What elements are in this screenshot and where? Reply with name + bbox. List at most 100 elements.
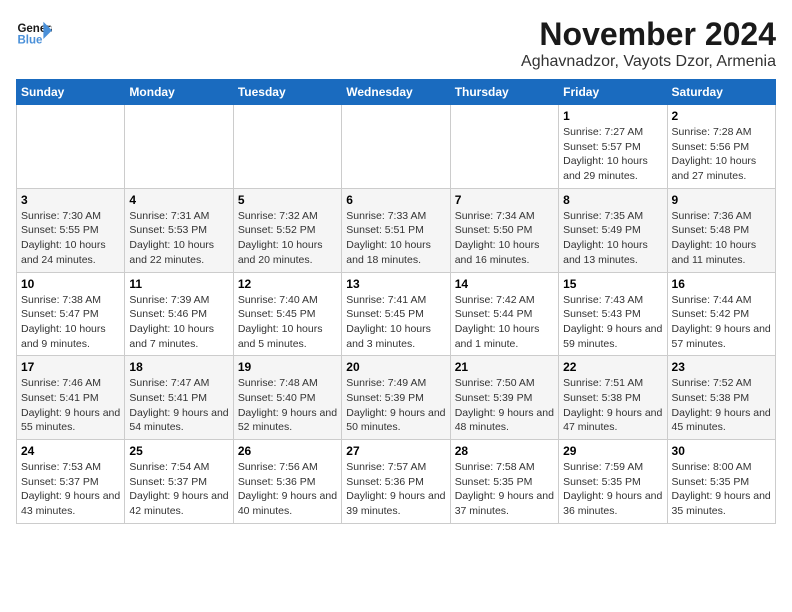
calendar-day-cell: 12 Sunrise: 7:40 AM Sunset: 5:45 PM Dayli…	[233, 272, 341, 356]
calendar-day-cell	[17, 105, 125, 189]
day-info: Sunrise: 7:31 AM Sunset: 5:53 PM Dayligh…	[129, 209, 228, 268]
day-number: 29	[563, 444, 662, 458]
day-number: 23	[672, 360, 771, 374]
calendar-week-row: 17Sunrise: 7:46 AM Sunset: 5:41 PM Dayli…	[17, 356, 776, 440]
location-title: Aghavnadzor, Vayots Dzor, Armenia	[521, 53, 776, 71]
day-number: 9	[672, 193, 771, 207]
calendar-day-cell: 27 Sunrise: 7:57 AM Sunset: 5:36 PM Dayli…	[342, 440, 450, 524]
day-number: 18	[129, 360, 228, 374]
calendar-day-cell: 25 Sunrise: 7:54 AM Sunset: 5:37 PM Dayli…	[125, 440, 233, 524]
calendar-day-cell: 17Sunrise: 7:46 AM Sunset: 5:41 PM Dayli…	[17, 356, 125, 440]
calendar-day-cell	[233, 105, 341, 189]
weekday-header-cell: Friday	[559, 80, 667, 105]
day-info: Sunrise: 7:35 AM Sunset: 5:49 PM Dayligh…	[563, 209, 662, 268]
logo: General Blue	[16, 16, 52, 52]
day-number: 22	[563, 360, 662, 374]
title-area: November 2024 Aghavnadzor, Vayots Dzor, …	[521, 16, 776, 71]
calendar-day-cell: 24 Sunrise: 7:53 AM Sunset: 5:37 PM Dayli…	[17, 440, 125, 524]
day-number: 5	[238, 193, 337, 207]
calendar-day-cell: 14 Sunrise: 7:42 AM Sunset: 5:44 PM Dayli…	[450, 272, 558, 356]
day-number: 30	[672, 444, 771, 458]
calendar-day-cell: 11Sunrise: 7:39 AM Sunset: 5:46 PM Dayli…	[125, 272, 233, 356]
svg-text:Blue: Blue	[17, 34, 43, 46]
weekday-header-cell: Monday	[125, 80, 233, 105]
day-info: Sunrise: 7:28 AM Sunset: 5:56 PM Dayligh…	[672, 125, 771, 184]
day-number: 28	[455, 444, 554, 458]
day-info: Sunrise: 7:40 AM Sunset: 5:45 PM Dayligh…	[238, 293, 337, 352]
calendar-day-cell: 23 Sunrise: 7:52 AM Sunset: 5:38 PM Dayli…	[667, 356, 775, 440]
day-number: 16	[672, 277, 771, 291]
weekday-header-cell: Thursday	[450, 80, 558, 105]
day-info: Sunrise: 7:43 AM Sunset: 5:43 PM Dayligh…	[563, 293, 662, 352]
calendar-day-cell: 22 Sunrise: 7:51 AM Sunset: 5:38 PM Dayli…	[559, 356, 667, 440]
day-number: 11	[129, 277, 228, 291]
day-info: Sunrise: 7:48 AM Sunset: 5:40 PM Dayligh…	[238, 376, 337, 435]
calendar-week-row: 10 Sunrise: 7:38 AM Sunset: 5:47 PM Dayli…	[17, 272, 776, 356]
day-number: 14	[455, 277, 554, 291]
calendar-day-cell: 20 Sunrise: 7:49 AM Sunset: 5:39 PM Dayli…	[342, 356, 450, 440]
weekday-header-cell: Wednesday	[342, 80, 450, 105]
day-number: 7	[455, 193, 554, 207]
calendar-day-cell: 8 Sunrise: 7:35 AM Sunset: 5:49 PM Daylig…	[559, 188, 667, 272]
day-info: Sunrise: 7:54 AM Sunset: 5:37 PM Dayligh…	[129, 460, 228, 519]
day-info: Sunrise: 7:42 AM Sunset: 5:44 PM Dayligh…	[455, 293, 554, 352]
calendar-day-cell: 6Sunrise: 7:33 AM Sunset: 5:51 PM Daylig…	[342, 188, 450, 272]
day-number: 24	[21, 444, 120, 458]
day-number: 2	[672, 109, 771, 123]
calendar-day-cell: 30 Sunrise: 8:00 AM Sunset: 5:35 PM Dayli…	[667, 440, 775, 524]
calendar-day-cell: 1 Sunrise: 7:27 AM Sunset: 5:57 PM Daylig…	[559, 105, 667, 189]
day-number: 20	[346, 360, 445, 374]
day-info: Sunrise: 7:49 AM Sunset: 5:39 PM Dayligh…	[346, 376, 445, 435]
day-info: Sunrise: 7:27 AM Sunset: 5:57 PM Dayligh…	[563, 125, 662, 184]
day-info: Sunrise: 7:30 AM Sunset: 5:55 PM Dayligh…	[21, 209, 120, 268]
calendar-week-row: 24 Sunrise: 7:53 AM Sunset: 5:37 PM Dayli…	[17, 440, 776, 524]
calendar-day-cell: 16 Sunrise: 7:44 AM Sunset: 5:42 PM Dayli…	[667, 272, 775, 356]
calendar-day-cell: 28 Sunrise: 7:58 AM Sunset: 5:35 PM Dayli…	[450, 440, 558, 524]
day-info: Sunrise: 7:58 AM Sunset: 5:35 PM Dayligh…	[455, 460, 554, 519]
logo-icon: General Blue	[16, 16, 52, 52]
day-info: Sunrise: 7:50 AM Sunset: 5:39 PM Dayligh…	[455, 376, 554, 435]
calendar-day-cell: 19 Sunrise: 7:48 AM Sunset: 5:40 PM Dayli…	[233, 356, 341, 440]
calendar-week-row: 1 Sunrise: 7:27 AM Sunset: 5:57 PM Daylig…	[17, 105, 776, 189]
day-info: Sunrise: 7:53 AM Sunset: 5:37 PM Dayligh…	[21, 460, 120, 519]
day-info: Sunrise: 7:32 AM Sunset: 5:52 PM Dayligh…	[238, 209, 337, 268]
day-number: 27	[346, 444, 445, 458]
calendar-day-cell: 18Sunrise: 7:47 AM Sunset: 5:41 PM Dayli…	[125, 356, 233, 440]
calendar-day-cell: 10 Sunrise: 7:38 AM Sunset: 5:47 PM Dayli…	[17, 272, 125, 356]
day-number: 12	[238, 277, 337, 291]
weekday-header-cell: Sunday	[17, 80, 125, 105]
day-number: 19	[238, 360, 337, 374]
day-number: 21	[455, 360, 554, 374]
header: General Blue November 2024 Aghavnadzor, …	[16, 16, 776, 71]
calendar-day-cell: 9 Sunrise: 7:36 AM Sunset: 5:48 PM Daylig…	[667, 188, 775, 272]
calendar-day-cell	[450, 105, 558, 189]
day-info: Sunrise: 7:44 AM Sunset: 5:42 PM Dayligh…	[672, 293, 771, 352]
weekday-header-cell: Tuesday	[233, 80, 341, 105]
day-number: 8	[563, 193, 662, 207]
day-number: 13	[346, 277, 445, 291]
day-info: Sunrise: 7:41 AM Sunset: 5:45 PM Dayligh…	[346, 293, 445, 352]
calendar-body: 1 Sunrise: 7:27 AM Sunset: 5:57 PM Daylig…	[17, 105, 776, 524]
day-info: Sunrise: 7:57 AM Sunset: 5:36 PM Dayligh…	[346, 460, 445, 519]
day-info: Sunrise: 7:51 AM Sunset: 5:38 PM Dayligh…	[563, 376, 662, 435]
day-number: 25	[129, 444, 228, 458]
day-info: Sunrise: 7:52 AM Sunset: 5:38 PM Dayligh…	[672, 376, 771, 435]
calendar-day-cell: 5 Sunrise: 7:32 AM Sunset: 5:52 PM Daylig…	[233, 188, 341, 272]
calendar-day-cell	[125, 105, 233, 189]
day-info: Sunrise: 7:38 AM Sunset: 5:47 PM Dayligh…	[21, 293, 120, 352]
day-number: 6	[346, 193, 445, 207]
calendar-day-cell: 29Sunrise: 7:59 AM Sunset: 5:35 PM Dayli…	[559, 440, 667, 524]
weekday-header-cell: Saturday	[667, 80, 775, 105]
day-number: 10	[21, 277, 120, 291]
month-title: November 2024	[521, 16, 776, 53]
day-info: Sunrise: 7:36 AM Sunset: 5:48 PM Dayligh…	[672, 209, 771, 268]
calendar-week-row: 3Sunrise: 7:30 AM Sunset: 5:55 PM Daylig…	[17, 188, 776, 272]
day-info: Sunrise: 7:34 AM Sunset: 5:50 PM Dayligh…	[455, 209, 554, 268]
day-number: 1	[563, 109, 662, 123]
calendar-day-cell: 21 Sunrise: 7:50 AM Sunset: 5:39 PM Dayli…	[450, 356, 558, 440]
calendar-day-cell: 15 Sunrise: 7:43 AM Sunset: 5:43 PM Dayli…	[559, 272, 667, 356]
calendar-day-cell: 13 Sunrise: 7:41 AM Sunset: 5:45 PM Dayli…	[342, 272, 450, 356]
day-info: Sunrise: 8:00 AM Sunset: 5:35 PM Dayligh…	[672, 460, 771, 519]
day-number: 15	[563, 277, 662, 291]
weekday-header-row: SundayMondayTuesdayWednesdayThursdayFrid…	[17, 80, 776, 105]
